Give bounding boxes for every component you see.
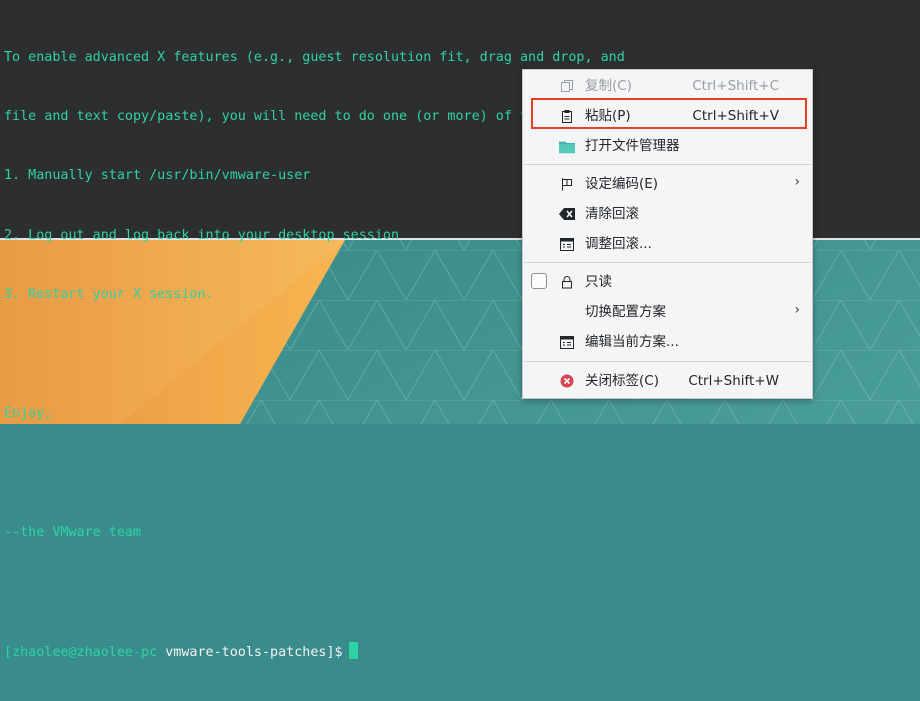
terminal-line: Enjoy, [4, 405, 53, 421]
menu-separator [524, 164, 811, 165]
menu-item-label: 设定编码(E) [585, 176, 659, 192]
menu-item-edit-profile[interactable]: 编辑当前方案... [523, 329, 812, 355]
menu-item-adjust-scrollback[interactable]: 调整回滚... [523, 231, 812, 257]
menu-item-label: 关闭标签(C) [585, 373, 659, 389]
submenu-arrow-icon: › [794, 302, 800, 318]
submenu-arrow-icon: › [794, 174, 800, 190]
terminal-prompt: [zhaolee@zhaolee-pc vmware-tools-patches… [4, 641, 633, 662]
copy-icon [559, 78, 575, 94]
close-circle-icon [559, 373, 575, 389]
menu-item-label: 复制(C) [585, 78, 632, 94]
menu-item-label: 打开文件管理器 [585, 138, 680, 154]
menu-item-copy[interactable]: 复制(C) Ctrl+Shift+C [523, 73, 812, 99]
menu-separator [524, 361, 811, 362]
terminal-line: To enable advanced X features (e.g., gue… [4, 49, 625, 65]
menu-item-label: 只读 [585, 274, 612, 290]
menu-item-readonly[interactable]: 只读 [523, 269, 812, 295]
menu-item-shortcut: Ctrl+Shift+W [688, 373, 779, 389]
prompt-user: [zhaolee@zhaolee-pc [4, 644, 158, 660]
prompt-directory: vmware-tools-patches]$ [165, 644, 343, 660]
menu-item-clear-scrollback[interactable]: 清除回滚 [523, 201, 812, 227]
menu-item-open-file-manager[interactable]: 打开文件管理器 [523, 133, 812, 159]
menu-item-set-encoding[interactable]: 设定编码(E) › [523, 171, 812, 197]
terminal-cursor [348, 641, 358, 659]
menu-item-shortcut: Ctrl+Shift+C [692, 78, 779, 94]
menu-item-label: 调整回滚... [585, 236, 652, 252]
backspace-icon [559, 206, 575, 222]
menu-item-label: 编辑当前方案... [585, 334, 679, 350]
folder-icon [559, 138, 575, 154]
highlight-box [531, 98, 807, 129]
readonly-checkbox[interactable] [531, 273, 547, 289]
window-icon [559, 236, 575, 252]
menu-item-label: 清除回滚 [585, 206, 639, 222]
lock-icon [559, 274, 575, 290]
menu-item-close-tab[interactable]: 关闭标签(C) Ctrl+Shift+W [523, 368, 812, 394]
menu-separator [524, 262, 811, 263]
menu-item-label: 切换配置方案 [585, 304, 666, 320]
terminal-line: --the VMware team [4, 524, 142, 540]
menu-item-switch-profile[interactable]: 切换配置方案 › [523, 299, 812, 325]
flag-icon [559, 176, 575, 192]
window-icon [559, 334, 575, 350]
